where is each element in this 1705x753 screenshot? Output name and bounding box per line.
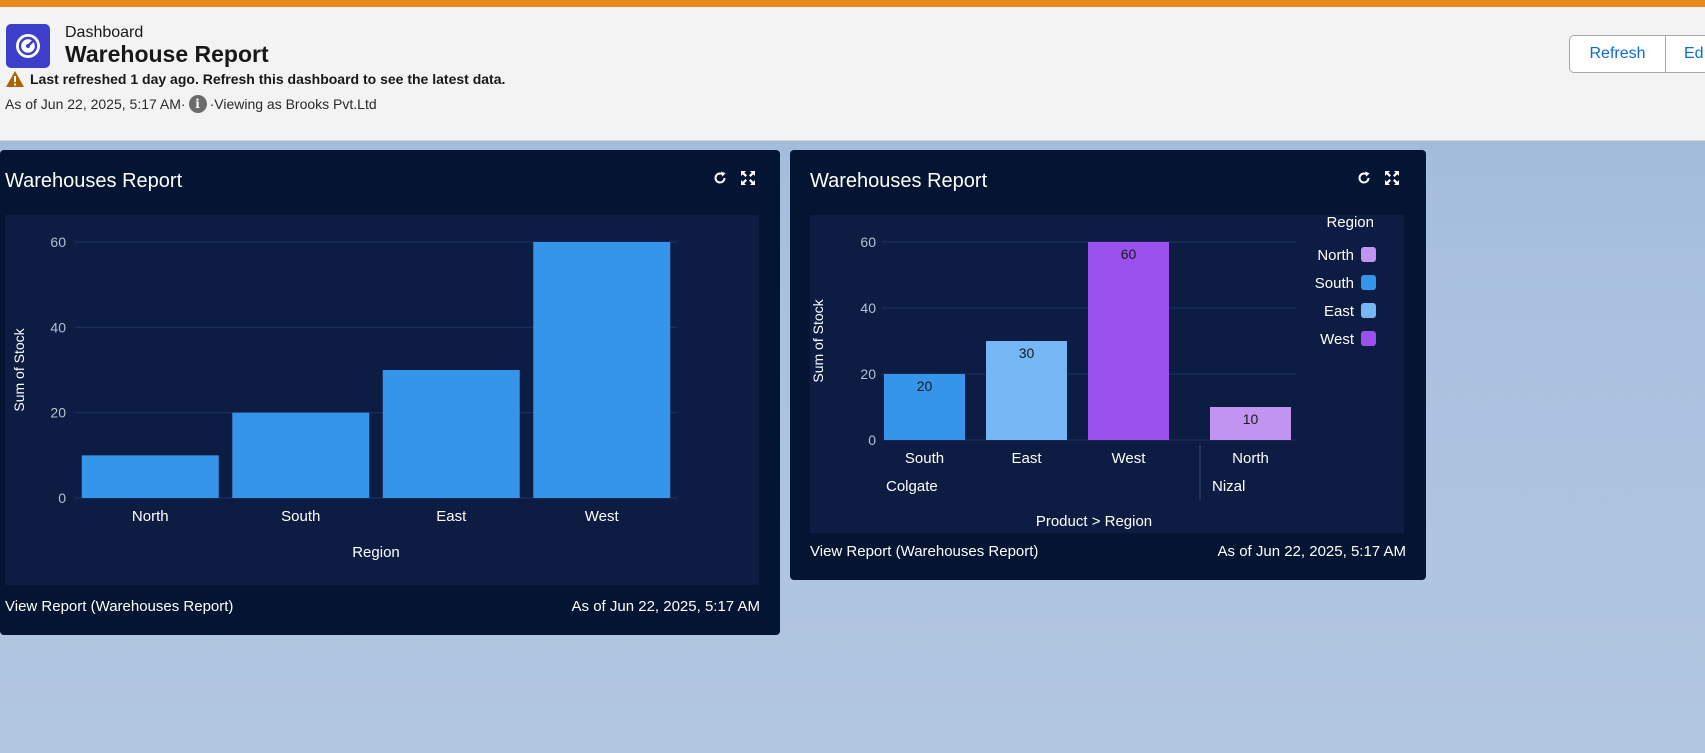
warning-text: Last refreshed 1 day ago. Refresh this d… xyxy=(30,71,506,87)
refresh-icon[interactable] xyxy=(712,170,728,186)
data-label: 60 xyxy=(1121,246,1137,262)
y-tick-label: 40 xyxy=(50,319,66,335)
separator: · xyxy=(180,96,186,112)
viewing-as: Viewing as Brooks Pvt.Ltd xyxy=(214,96,377,112)
grouped-bar-chart-stock-by-product-region: 0 20 40 60 20 South 30 East 60 West Colgate 10 North… xyxy=(810,214,1376,530)
legend-label: West xyxy=(1320,331,1355,348)
y-axis-label: Sum of Stock xyxy=(810,298,826,382)
x-tick-label: South xyxy=(905,450,944,467)
bar xyxy=(232,412,370,498)
card-title: Warehouses Report xyxy=(810,170,988,192)
x-tick-label: North xyxy=(132,508,169,525)
x-tick-label: West xyxy=(1112,450,1147,467)
edit-button[interactable]: Ed xyxy=(1666,35,1705,73)
breadcrumb: Dashboard xyxy=(65,24,144,41)
bar xyxy=(1088,242,1169,440)
legend-label: South xyxy=(1315,275,1354,292)
y-tick-label: 20 xyxy=(860,366,876,382)
report-card-2: Warehouses Report 0 20 40 60 20 South 30 East 60… xyxy=(790,150,1426,580)
y-tick-label: 60 xyxy=(50,234,66,250)
y-axis-label: Sum of Stock xyxy=(11,327,27,411)
view-report-link[interactable]: View Report (Warehouses Report) xyxy=(5,598,233,615)
y-tick-label: 0 xyxy=(868,432,876,448)
refresh-button[interactable]: Refresh xyxy=(1569,35,1666,73)
dashboard-gauge-icon xyxy=(6,24,50,68)
group-label: Nizal xyxy=(1212,478,1245,495)
warning-triangle-icon xyxy=(6,71,24,87)
bar xyxy=(533,242,671,498)
expand-icon[interactable] xyxy=(740,170,756,186)
x-axis-label: Region xyxy=(352,544,400,561)
card-actions xyxy=(1356,170,1400,186)
legend-swatch xyxy=(1361,303,1376,318)
x-axis-label: Product > Region xyxy=(1036,513,1152,530)
bar xyxy=(81,455,219,498)
as-of-timestamp: As of Jun 22, 2025, 5:17 AM xyxy=(5,96,181,112)
view-report-link[interactable]: View Report (Warehouses Report) xyxy=(810,543,1038,560)
data-label: 10 xyxy=(1243,411,1259,427)
card-title: Warehouses Report xyxy=(5,170,183,192)
group-label: Colgate xyxy=(886,478,938,495)
expand-icon[interactable] xyxy=(1384,170,1400,186)
bar-chart-stock-by-region: 0 20 40 60 North South East West Region Sum of St… xyxy=(11,234,677,561)
card-footer-timestamp: As of Jun 22, 2025, 5:17 AM xyxy=(571,598,760,615)
legend-title: Region xyxy=(1326,215,1374,231)
top-accent-bar xyxy=(0,0,1705,7)
bar xyxy=(382,370,520,498)
data-label: 20 xyxy=(917,378,933,394)
x-tick-label: South xyxy=(281,508,320,525)
y-tick-label: 20 xyxy=(50,405,66,421)
card-actions xyxy=(712,170,756,186)
legend-swatch xyxy=(1361,331,1376,346)
y-tick-label: 60 xyxy=(860,234,876,250)
x-tick-label: East xyxy=(1011,450,1042,467)
legend-label: East xyxy=(1324,303,1355,320)
header-actions: Refresh Ed xyxy=(1569,35,1705,73)
chart-area: 0 20 40 60 North South East West Region Sum of St… xyxy=(5,215,759,585)
info-icon[interactable]: i xyxy=(188,95,207,113)
y-tick-label: 0 xyxy=(58,490,66,506)
dashboard-meta: As of Jun 22, 2025, 5:17 AM · i · Viewin… xyxy=(5,94,377,114)
legend-label: North xyxy=(1317,247,1354,264)
legend-swatch xyxy=(1361,275,1376,290)
legend-swatch xyxy=(1361,247,1376,262)
y-tick-label: 40 xyxy=(860,300,876,316)
page-title: Warehouse Report xyxy=(65,41,269,67)
refresh-icon[interactable] xyxy=(1356,170,1372,186)
x-tick-label: North xyxy=(1232,450,1269,467)
card-footer-timestamp: As of Jun 22, 2025, 5:17 AM xyxy=(1217,543,1406,560)
report-card-1: Warehouses Report 0 20 40 60 North South East W… xyxy=(0,150,780,635)
x-tick-label: West xyxy=(585,508,620,525)
chart-area: 0 20 40 60 20 South 30 East 60 West Colgate 10 North… xyxy=(810,214,1404,533)
data-label: 30 xyxy=(1019,345,1035,361)
x-tick-label: East xyxy=(436,508,467,525)
dashboard-header: Dashboard Warehouse Report Last refreshe… xyxy=(0,7,1705,141)
stale-data-warning: Last refreshed 1 day ago. Refresh this d… xyxy=(5,69,505,89)
